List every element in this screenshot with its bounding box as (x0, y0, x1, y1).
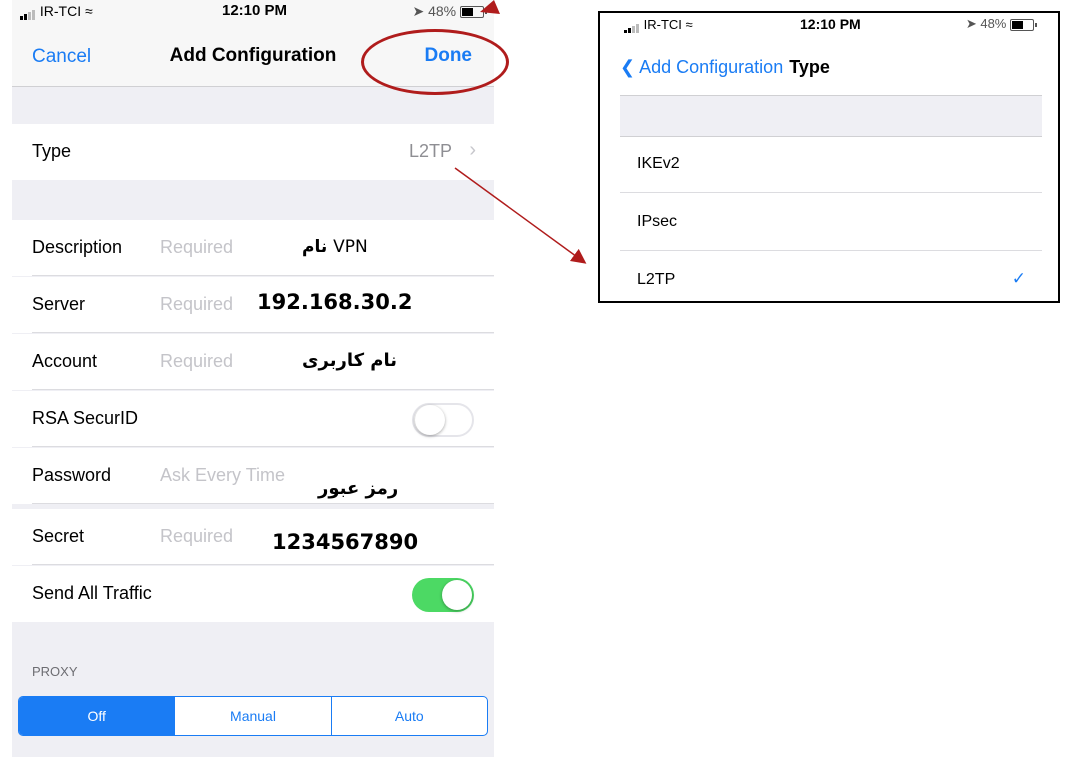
panel-status-bar: IR-TCI ≈ 12:10 PM ➤ 48% (600, 13, 1058, 34)
back-button-label: Add Configuration (639, 57, 784, 77)
option-label: IKEv2 (637, 155, 680, 172)
battery-percent: 48% (980, 16, 1007, 31)
type-picker-panel: IR-TCI ≈ 12:10 PM ➤ 48% ❮ Add Configurat… (598, 11, 1060, 303)
location-icon: ➤ (965, 16, 977, 31)
chevron-left-icon: ❮ (620, 57, 636, 77)
signal-icon (624, 18, 640, 34)
carrier-label: IR-TCI (643, 17, 682, 32)
wifi-icon: ≈ (685, 17, 693, 32)
type-option-l2tp[interactable]: L2TP ✓ (620, 251, 1042, 301)
checkmark-icon: ✓ (1011, 269, 1026, 288)
panel-navigation-bar: ❮ Add Configuration Type (620, 57, 830, 78)
type-arrow (454, 167, 587, 264)
type-option-ikev2[interactable]: IKEv2 (620, 135, 1042, 193)
back-button[interactable]: ❮ Add Configuration (620, 57, 783, 77)
type-option-ipsec[interactable]: IPsec (620, 193, 1042, 251)
option-label: L2TP (637, 271, 676, 288)
option-label: IPsec (637, 213, 678, 230)
top-arrow-tip (480, 0, 500, 14)
panel-title: Type (789, 57, 830, 77)
status-time: 12:10 PM (800, 16, 861, 32)
section-spacer (620, 95, 1042, 137)
battery-icon (1010, 18, 1037, 31)
